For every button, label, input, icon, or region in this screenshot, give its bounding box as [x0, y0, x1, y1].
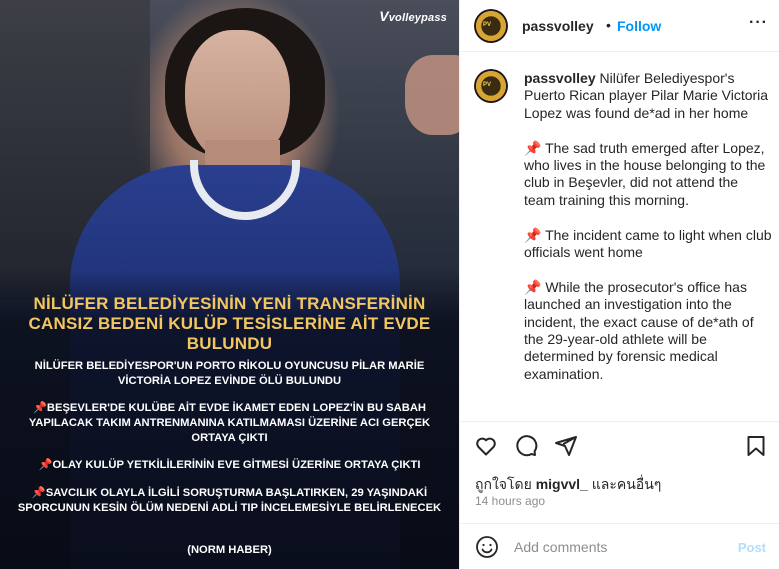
image-headline: NİLÜFER BELEDİYESİNİN YENİ TRANSFERİNİN …: [28, 294, 431, 353]
image-source: (NORM HABER): [187, 544, 272, 556]
pin-icon: 📌: [38, 459, 53, 471]
pin-icon: 📌: [32, 402, 47, 414]
post-header: PV passvolley • Follow ···: [460, 0, 779, 52]
comment-input[interactable]: Add comments: [514, 539, 607, 555]
follow-button[interactable]: Follow: [617, 18, 661, 34]
liked-by-others[interactable]: และคนอื่นๆ: [592, 476, 662, 492]
image-line-1: NİLÜFER BELEDİYESPOR'UN PORTO RİKOLU OYU…: [34, 360, 425, 387]
caption-area[interactable]: PV passvolley Nilüfer Belediyespor's Pue…: [460, 53, 779, 421]
comment-composer: Add comments Post: [460, 524, 779, 569]
avatar[interactable]: PV: [474, 69, 508, 103]
post-image[interactable]: Vvolleypass NİLÜFER BELEDİYESİNİN YENİ T…: [0, 0, 459, 569]
post-button[interactable]: Post: [738, 540, 766, 555]
image-line-3: 📌OLAY KULÜP YETKİLİLERİNİN EVE GİTMESİ Ü…: [38, 459, 421, 471]
liked-by-user[interactable]: migvvl_: [536, 476, 588, 492]
image-line-4: 📌SAVCILIK OLAYLA İLGİLİ SORUŞTURMA BAŞLA…: [17, 487, 442, 514]
divider: [460, 421, 779, 422]
share-icon[interactable]: [554, 434, 578, 458]
pin-icon: 📌: [524, 278, 542, 295]
post-side-panel: PV passvolley • Follow ··· PV passvolley…: [459, 0, 779, 569]
avatar-logo: PV: [483, 82, 492, 88]
likes-text: ถูกใจโดย migvvl_ และคนอื่นๆ: [475, 476, 662, 492]
avatar-logo: PV: [483, 22, 492, 28]
caption-text: passvolley Nilüfer Belediyespor's Puerto…: [524, 70, 772, 382]
heart-icon[interactable]: [474, 434, 498, 458]
comment-icon[interactable]: [514, 434, 538, 458]
separator-dot: •: [606, 17, 611, 33]
post-timestamp[interactable]: 14 hours ago: [475, 494, 545, 508]
more-options-icon[interactable]: ···: [749, 14, 768, 32]
header-username[interactable]: passvolley: [522, 18, 594, 34]
volleypass-logo: Vvolleypass: [379, 8, 447, 24]
pin-icon: 📌: [31, 487, 46, 499]
avatar[interactable]: PV: [474, 9, 508, 43]
caption-username[interactable]: passvolley: [524, 70, 596, 86]
pin-icon: 📌: [524, 226, 542, 243]
background-hand: [405, 55, 459, 135]
emoji-icon[interactable]: [475, 535, 499, 559]
action-bar: [460, 426, 779, 466]
image-line-2: 📌BEŞEVLER'DE KULÜBE AİT EVDE İKAMET EDEN…: [28, 402, 431, 444]
bookmark-icon[interactable]: [744, 434, 768, 458]
pin-icon: 📌: [524, 139, 542, 156]
